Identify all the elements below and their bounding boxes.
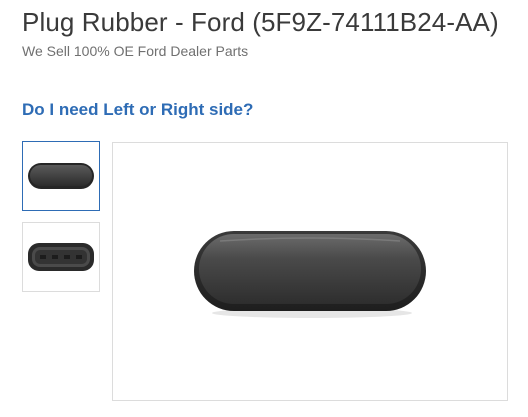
rubber-plug-image — [194, 230, 426, 318]
rubber-plug-bottom-view-image — [28, 243, 94, 271]
product-subtitle: We Sell 100% OE Ford Dealer Parts — [22, 43, 249, 59]
product-page: Plug Rubber - Ford (5F9Z-74111B24-AA) We… — [0, 0, 528, 417]
rubber-plug-top-view-image — [28, 163, 94, 189]
thumbnail-1[interactable] — [22, 141, 100, 211]
product-title: Plug Rubber - Ford (5F9Z-74111B24-AA) — [22, 7, 499, 37]
thumbnail-2[interactable] — [22, 222, 100, 292]
side-help-link[interactable]: Do I need Left or Right side? — [22, 99, 253, 121]
main-product-image-frame[interactable] — [112, 142, 508, 401]
